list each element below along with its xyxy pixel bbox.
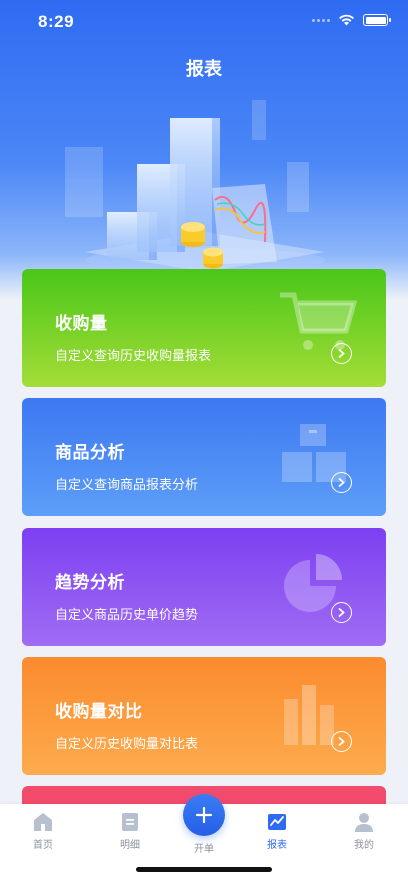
card-trend-analysis[interactable]: 趋势分析 自定义商品历史单价趋势 xyxy=(22,528,386,646)
card-purchase-compare[interactable]: 收购量对比 自定义历史收购量对比表 xyxy=(22,657,386,775)
chevron-right-icon[interactable] xyxy=(331,602,352,623)
tab-mine-label: 我的 xyxy=(354,840,374,851)
chart-icon xyxy=(268,814,286,830)
chevron-right-icon[interactable] xyxy=(331,731,352,752)
status-time: 8:29 xyxy=(38,12,75,31)
card-title: 收购量 xyxy=(55,314,108,333)
card-title: 商品分析 xyxy=(55,443,125,462)
battery-icon xyxy=(363,14,391,26)
card-purchase-volume[interactable]: 收购量 自定义查询历史收购量报表 xyxy=(22,269,386,387)
tab-create-label: 开单 xyxy=(194,844,214,855)
tab-detail[interactable]: 明细 xyxy=(89,804,171,854)
chevron-right-icon[interactable] xyxy=(331,472,352,493)
status-icons xyxy=(312,14,391,26)
plus-icon xyxy=(195,806,213,824)
tab-home[interactable]: 首页 xyxy=(2,804,84,854)
home-indicator xyxy=(136,867,272,872)
tab-mine[interactable]: 我的 xyxy=(323,804,405,854)
document-icon xyxy=(122,813,138,831)
card-title: 收购量对比 xyxy=(55,702,143,721)
user-icon xyxy=(355,813,373,832)
report-illustration xyxy=(65,100,325,272)
tab-create-order[interactable]: 开单 xyxy=(174,794,234,855)
card-goods-analysis[interactable]: 商品分析 自定义查询商品报表分析 xyxy=(22,398,386,516)
status-bar: 8:29 xyxy=(0,0,408,44)
create-button[interactable] xyxy=(183,794,225,836)
home-icon xyxy=(34,813,52,831)
tab-report[interactable]: 报表 xyxy=(236,804,318,854)
card-description: 自定义历史收购量对比表 xyxy=(55,736,199,751)
tab-report-label: 报表 xyxy=(267,840,287,851)
card-description: 自定义查询历史收购量报表 xyxy=(55,348,212,363)
tab-detail-label: 明细 xyxy=(120,840,140,851)
card-description: 自定义商品历史单价趋势 xyxy=(55,607,199,622)
page-title: 报表 xyxy=(186,59,222,79)
card-description: 自定义查询商品报表分析 xyxy=(55,477,199,492)
hero-banner: 8:29 报表 xyxy=(0,0,408,300)
card-title: 趋势分析 xyxy=(55,573,125,592)
tab-home-label: 首页 xyxy=(33,840,53,851)
chevron-right-icon[interactable] xyxy=(331,343,352,364)
wifi-icon xyxy=(339,14,354,26)
signal-icon xyxy=(312,18,330,22)
